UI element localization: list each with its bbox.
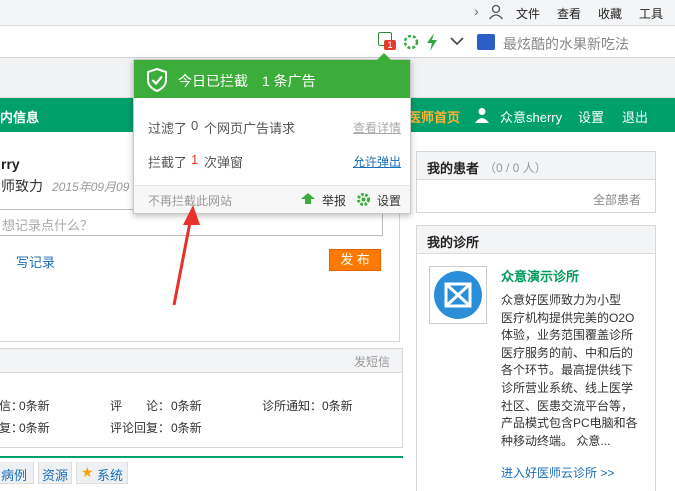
record-input-placeholder: 想记录点什么？	[2, 218, 94, 233]
popup-header: 今日已拦截 1 条广告	[134, 60, 410, 98]
baidu-paw-icon	[477, 34, 495, 50]
view-details-link[interactable]: 查看详情	[353, 119, 401, 136]
popup-caret	[377, 53, 391, 60]
report-link[interactable]: 举报	[322, 192, 346, 209]
block-count: 1	[191, 152, 199, 167]
clinic-name[interactable]: 众意演示诊所	[501, 266, 579, 285]
clinic-title: 我的诊所	[427, 235, 480, 250]
clinic-header: 我的诊所	[417, 226, 655, 254]
clinic-desc-line: 诊所营业系统、线上医学	[501, 380, 634, 395]
filter-count: 0	[191, 118, 199, 133]
search-input[interactable]: 最炫酷的水果新吃法	[503, 34, 629, 54]
popup-settings-link[interactable]: 设置	[377, 192, 401, 209]
popup-title: 今日已拦截	[178, 73, 248, 89]
refresh-icon[interactable]	[403, 34, 419, 50]
tab-system[interactable]: ★ 系统	[76, 462, 128, 484]
clinic-logo-icon	[434, 271, 482, 319]
tab-cases-label: 病例	[1, 468, 28, 483]
clinic-logo[interactable]	[429, 266, 487, 324]
tab-cases[interactable]: 病例	[0, 462, 34, 484]
browser-menubar: › 文件 查看 收藏 工具	[0, 0, 675, 26]
menu-view[interactable]: 查看	[557, 5, 581, 22]
clinic-desc-line: 产品模式包含PC电脑和各	[501, 416, 638, 431]
blocked-count-badge: 1	[384, 40, 396, 50]
clinic-desc-line: 医疗机构提供完美的O2O	[501, 310, 635, 325]
tab-resources[interactable]: 资源	[38, 462, 72, 484]
menu-tools[interactable]: 工具	[639, 5, 663, 22]
clinic-panel: 我的诊所 众意演示诊所 众意好医师致力为小型 医疗机构提供完美的O2O 体验，业…	[416, 225, 656, 491]
msg-value[interactable]: 0条新	[19, 397, 50, 414]
address-bar: 1 最炫酷的水果新吃法	[0, 26, 675, 58]
search-box[interactable]: 最炫酷的水果新吃法	[476, 30, 675, 54]
messages-header: 发短信	[0, 349, 402, 373]
clinic-desc-line: 各个环节。最高提供线下	[501, 363, 634, 378]
nav-username[interactable]: 众意sherry	[500, 107, 562, 126]
allow-popups-link[interactable]: 允许弹出	[353, 153, 401, 170]
profile-name: rry	[1, 156, 20, 172]
menu-favorites[interactable]: 收藏	[598, 5, 622, 22]
star-icon: ★	[81, 464, 94, 480]
clinic-desc-line: 医疗服务的前、中和后的	[501, 345, 634, 360]
send-sms-link[interactable]: 发短信	[354, 353, 390, 370]
user-icon	[475, 108, 489, 123]
msg-label: 诊所通知：	[262, 399, 323, 413]
clinic-desc-line: 体验，业务范围覆盖诊所	[501, 328, 634, 343]
user-icon[interactable]	[488, 4, 504, 20]
filter-suffix: 个网页广告请求	[204, 121, 296, 136]
lightning-icon[interactable]	[425, 33, 439, 51]
profile-date: 2015年09月09	[52, 180, 130, 194]
chevron-right-icon[interactable]: ›	[474, 3, 479, 19]
shield-check-icon	[147, 68, 167, 92]
patients-header: 我的患者 （0 / 0 人）	[417, 152, 655, 180]
msg-value[interactable]: 0条新	[322, 397, 353, 414]
msg-label: 评 论：	[110, 399, 171, 413]
patients-panel: 我的患者 （0 / 0 人） 全部患者	[416, 151, 656, 213]
popup-ad-count: 1 条广告	[262, 73, 316, 89]
nav-settings[interactable]: 设置	[578, 107, 604, 126]
patients-count: （0 / 0 人）	[484, 161, 547, 175]
tab-resources-label: 资源	[42, 468, 69, 483]
adblock-popup: 今日已拦截 1 条广告 过滤了 0 个网页广告请求 查看详情 拦截了 1 次弹窗…	[133, 53, 411, 214]
publish-button[interactable]: 发 布	[329, 249, 381, 271]
msg-value[interactable]: 0条新	[19, 419, 50, 436]
clinic-description: 众意好医师致力为小型 医疗机构提供完美的O2O 体验，业务范围覆盖诊所 医疗服务…	[501, 292, 651, 450]
write-record-link[interactable]: 写记录	[16, 252, 55, 271]
clinic-desc-line: 众意好医师致力为小型	[501, 293, 622, 307]
msg-value[interactable]: 0条新	[171, 397, 202, 414]
profile-desc: 师致力	[1, 178, 43, 194]
filter-prefix: 过滤了	[148, 121, 188, 136]
tab-system-label: 系统	[97, 468, 124, 483]
all-patients-link[interactable]: 全部患者	[593, 191, 641, 208]
clinic-desc-line: 社区、医患交流平台等，	[501, 398, 634, 413]
gear-icon[interactable]	[356, 192, 371, 207]
annotation-arrow	[172, 205, 200, 306]
chevron-down-icon[interactable]	[450, 36, 464, 46]
report-icon[interactable]	[300, 192, 316, 207]
block-suffix: 次弹窗	[204, 155, 244, 170]
patients-title: 我的患者	[427, 161, 480, 176]
block-prefix: 拦截了	[148, 155, 188, 170]
nav-logout[interactable]: 退出	[622, 107, 648, 126]
menu-file[interactable]: 文件	[516, 5, 540, 22]
msg-label: 评论回复：	[110, 421, 171, 435]
msg-value[interactable]: 0条新	[171, 419, 202, 436]
nav-internal-info[interactable]: 内信息	[0, 107, 39, 126]
enter-clinic-link[interactable]: 进入好医师云诊所 >>	[501, 464, 614, 481]
bottom-tabs: 病例 资源 ★ 系统	[0, 456, 403, 491]
messages-panel: 发短信 信： 0条新 评 论： 0条新 诊所通知： 0条新 复： 0条新 评论回…	[0, 348, 403, 448]
nav-doctor-home[interactable]: 医师首页	[408, 107, 460, 126]
clinic-desc-line: 种移动终端。 众意...	[501, 433, 611, 448]
